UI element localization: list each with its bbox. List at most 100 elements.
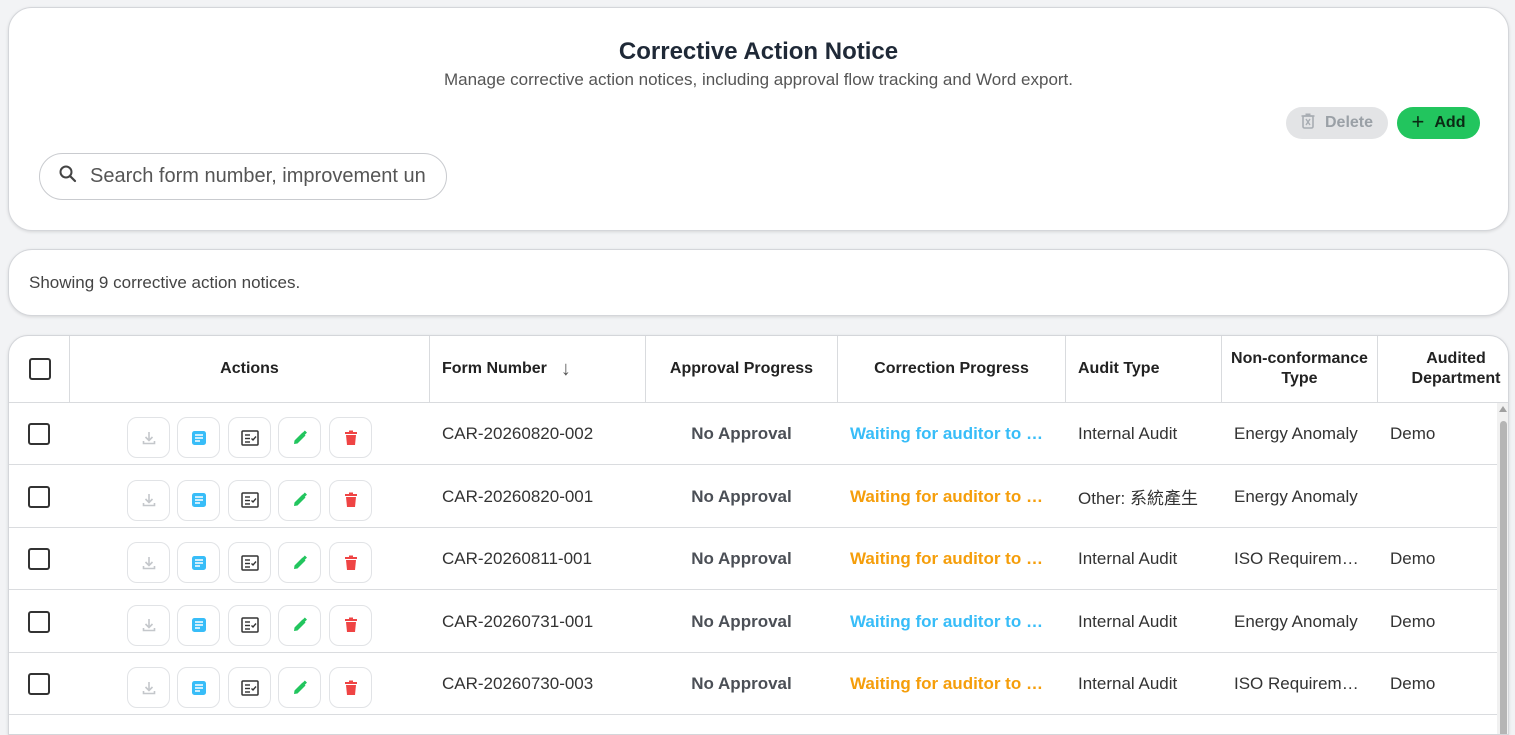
download-button[interactable] (127, 542, 170, 583)
page-subtitle: Manage corrective action notices, includ… (443, 70, 1074, 89)
row-checkbox[interactable] (28, 610, 50, 633)
audited-department-cell: Demo (1390, 674, 1436, 693)
trash-button[interactable] (329, 604, 372, 646)
checklist-icon (240, 679, 259, 696)
correction-progress-cell[interactable]: Waiting for auditor to … (850, 403, 1055, 465)
table-row[interactable]: CAR-20260820-002 No Approval Waiting for a… (9, 403, 1497, 465)
row-checkbox[interactable] (28, 673, 50, 695)
document-button[interactable] (177, 479, 220, 521)
checklist-button[interactable] (228, 542, 271, 583)
table-row[interactable]: CAR-20260730-003 No Approval Waiting for a… (9, 653, 1497, 715)
download-button[interactable] (127, 604, 170, 646)
audit-type-cell: Internal Audit (1078, 611, 1178, 631)
approval-progress-cell: No Approval (691, 611, 792, 631)
row-checkbox[interactable] (28, 485, 50, 508)
row-select-cell (28, 528, 52, 590)
row-checkbox[interactable] (28, 423, 50, 445)
correction-progress-cell[interactable]: Waiting for auditor to … (850, 591, 1055, 653)
audit-type-cell: Other: 系統產生 (1078, 489, 1198, 508)
sort-descending-icon[interactable]: ↓ (561, 359, 571, 379)
trash-button[interactable] (329, 542, 372, 583)
trash-icon (1301, 113, 1315, 134)
audit-type-cell: Internal Audit (1078, 549, 1178, 568)
edit-pencil-icon (292, 492, 308, 508)
audit-type-cell: Internal Audit (1078, 674, 1178, 693)
checklist-button[interactable] (228, 417, 271, 458)
form-number-cell: CAR-20260731-001 (442, 611, 594, 631)
data-table: Actions Form Number ↓ Approval Progress … (8, 335, 1509, 735)
download-icon (141, 430, 157, 446)
checklist-button[interactable] (228, 479, 271, 521)
edit-pencil-button[interactable] (278, 604, 321, 646)
form-number-cell: CAR-20260820-002 (442, 424, 594, 443)
add-button[interactable]: + Add (1397, 107, 1480, 139)
trash-button[interactable] (329, 479, 372, 521)
download-icon (141, 555, 157, 571)
plus-icon: + (1411, 109, 1425, 134)
document-button[interactable] (177, 542, 220, 583)
search-input[interactable] (90, 165, 430, 188)
header-select-all-cell (9, 336, 70, 403)
summary-text: Showing 9 corrective action notices. (29, 273, 301, 292)
nonconformance-type-cell: Energy Anomaly (1234, 424, 1358, 443)
trash-icon (344, 492, 358, 508)
column-header-department: Audited Department (1378, 336, 1508, 403)
audited-department-cell: Demo (1390, 549, 1436, 568)
select-all-checkbox[interactable] (28, 358, 51, 380)
edit-pencil-icon (292, 680, 308, 696)
column-header-form-number[interactable]: Form Number ↓ (430, 336, 645, 403)
nonconformance-type-cell: Energy Anomaly (1234, 486, 1358, 506)
trash-icon (344, 555, 358, 571)
delete-button[interactable]: Delete (1286, 107, 1388, 139)
audit-type-cell: Internal Audit (1078, 424, 1178, 443)
column-header-correction: Correction Progress (838, 336, 1065, 403)
checklist-button[interactable] (228, 604, 271, 646)
trash-icon (344, 680, 358, 696)
edit-pencil-button[interactable] (278, 542, 321, 583)
checklist-icon (240, 617, 259, 633)
search-icon (58, 164, 78, 189)
trash-button[interactable] (329, 667, 372, 708)
edit-pencil-icon (292, 555, 308, 571)
approval-progress-cell: No Approval (691, 674, 792, 693)
scrollbar-thumb[interactable] (1500, 421, 1507, 734)
audited-department-cell (1390, 466, 1490, 528)
download-button[interactable] (127, 417, 170, 458)
document-icon (190, 679, 208, 697)
scroll-up-arrow-icon[interactable] (1499, 406, 1507, 412)
form-number-cell: CAR-20260730-003 (442, 674, 594, 693)
download-icon (141, 680, 157, 696)
document-button[interactable] (177, 604, 220, 646)
table-row[interactable]: CAR-20260820-001 No Approval Waiting for a… (9, 466, 1497, 528)
trash-button[interactable] (329, 417, 372, 458)
document-button[interactable] (177, 667, 220, 708)
correction-progress-cell[interactable]: Waiting for auditor to … (850, 653, 1055, 715)
checklist-button[interactable] (228, 667, 271, 708)
correction-progress-cell[interactable]: Waiting for auditor to … (850, 466, 1055, 528)
download-icon (141, 492, 157, 508)
form-number-header-label: Form Number (442, 360, 547, 377)
table-row[interactable]: CAR-20260811-001 No Approval Waiting for a… (9, 528, 1497, 590)
department-header-label: Audited Department (1411, 350, 1501, 387)
table-row[interactable]: CAR-20260731-001 No Approval Waiting for a… (9, 591, 1497, 653)
approval-progress-cell: No Approval (691, 424, 792, 443)
search-box[interactable] (39, 153, 447, 200)
edit-pencil-button[interactable] (278, 667, 321, 708)
download-button[interactable] (127, 479, 170, 521)
audited-department-cell: Demo (1390, 611, 1436, 631)
download-button[interactable] (127, 667, 170, 708)
row-select-cell (28, 403, 52, 465)
column-header-actions: Actions (70, 336, 429, 403)
vertical-scrollbar[interactable] (1497, 403, 1508, 734)
audited-department-cell: Demo (1390, 424, 1436, 443)
column-header-approval: Approval Progress (646, 336, 837, 403)
row-select-cell (28, 591, 52, 653)
row-checkbox[interactable] (28, 548, 50, 570)
edit-pencil-button[interactable] (278, 417, 321, 458)
document-button[interactable] (177, 417, 220, 458)
edit-pencil-button[interactable] (278, 479, 321, 521)
correction-progress-cell[interactable]: Waiting for auditor to … (850, 528, 1055, 590)
document-icon (190, 616, 208, 634)
delete-button-label: Delete (1324, 114, 1374, 131)
form-number-cell: CAR-20260820-001 (442, 486, 594, 506)
